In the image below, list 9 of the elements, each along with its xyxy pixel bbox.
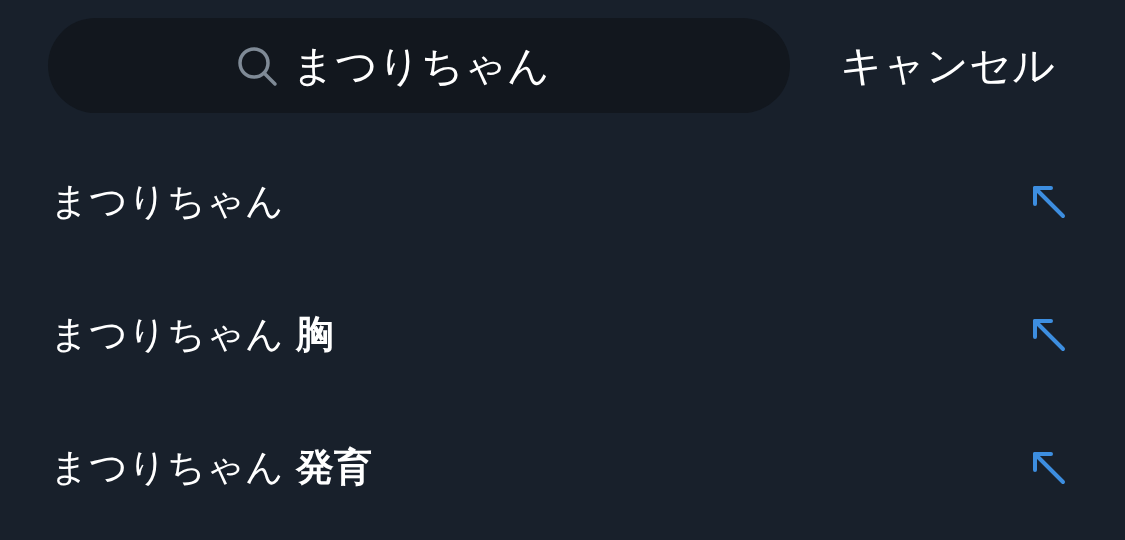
suggestion-text[interactable]: まつりちゃん 発育 xyxy=(50,442,373,493)
cancel-button[interactable]: キャンセル xyxy=(840,37,1055,94)
suggestion-text[interactable]: まつりちゃん xyxy=(50,176,284,227)
search-icon xyxy=(236,44,278,87)
search-input[interactable]: まつりちゃん xyxy=(292,41,602,90)
arrow-icon[interactable] xyxy=(1031,449,1067,486)
suggestion-text[interactable]: まつりちゃん 胸 xyxy=(50,309,335,360)
arrow-icon[interactable] xyxy=(1031,316,1067,353)
arrow-icon[interactable] xyxy=(1031,183,1067,220)
